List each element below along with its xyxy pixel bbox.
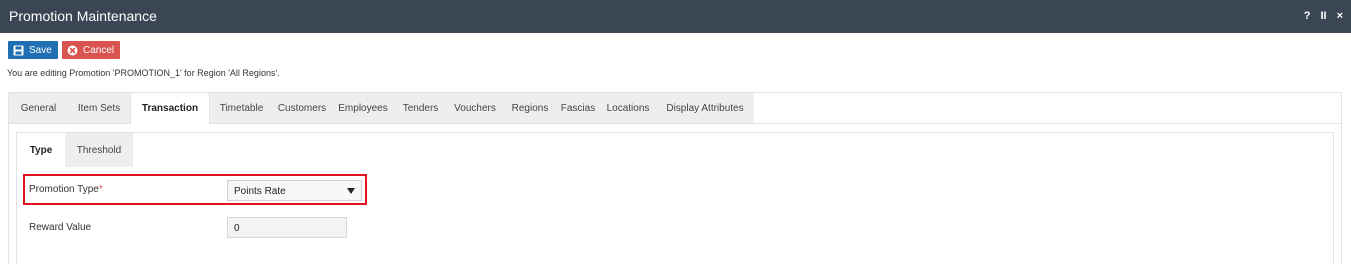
tab-threshold[interactable]: Threshold — [65, 133, 133, 167]
required-mark: * — [98, 184, 103, 195]
pause-icon[interactable]: II — [1320, 10, 1326, 22]
tab-locations[interactable]: Locations — [600, 93, 656, 124]
cancel-button[interactable]: Cancel — [62, 41, 120, 59]
save-button[interactable]: Save — [8, 41, 58, 59]
window-controls: ? II × — [1304, 10, 1343, 22]
tab-tenders[interactable]: Tenders — [395, 93, 446, 124]
tab-vouchers[interactable]: Vouchers — [446, 93, 504, 124]
reward-value-label: Reward Value — [29, 222, 92, 233]
close-icon[interactable]: × — [1337, 10, 1343, 22]
help-icon[interactable]: ? — [1304, 10, 1311, 22]
floppy-disk-icon — [13, 45, 24, 56]
tab-type[interactable]: Type — [17, 133, 65, 167]
promotion-type-select[interactable]: Points Rate — [227, 180, 362, 201]
tab-bar-filler — [754, 93, 1341, 123]
editing-message: You are editing Promotion 'PROMOTION_1' … — [7, 68, 280, 78]
promotion-type-label-text: Promotion Type — [29, 184, 99, 195]
tab-fascias[interactable]: Fascias — [556, 93, 600, 124]
promotion-type-label: Promotion Type* — [29, 184, 103, 195]
tab-customers[interactable]: Customers — [273, 93, 331, 124]
promotion-type-value: Points Rate — [234, 186, 286, 197]
window-title: Promotion Maintenance — [9, 8, 157, 24]
cancel-circle-icon — [67, 45, 78, 56]
main-tab-bar: General Item Sets Transaction Timetable … — [8, 92, 1342, 124]
tab-regions[interactable]: Regions — [504, 93, 556, 124]
tab-timetable[interactable]: Timetable — [210, 93, 273, 124]
save-button-label: Save — [29, 44, 52, 56]
dropdown-arrow-icon — [347, 188, 355, 194]
tab-employees[interactable]: Employees — [331, 93, 395, 124]
tab-item-sets[interactable]: Item Sets — [68, 93, 130, 124]
sub-tab-bar: Type Threshold — [17, 133, 1333, 167]
tab-display-attributes[interactable]: Display Attributes — [656, 93, 754, 124]
tab-transaction[interactable]: Transaction — [130, 93, 210, 124]
reward-value-input[interactable]: 0 — [227, 217, 347, 238]
title-bar: Promotion Maintenance ? II × — [0, 0, 1351, 33]
tab-general[interactable]: General — [9, 93, 68, 124]
cancel-button-label: Cancel — [83, 44, 115, 56]
